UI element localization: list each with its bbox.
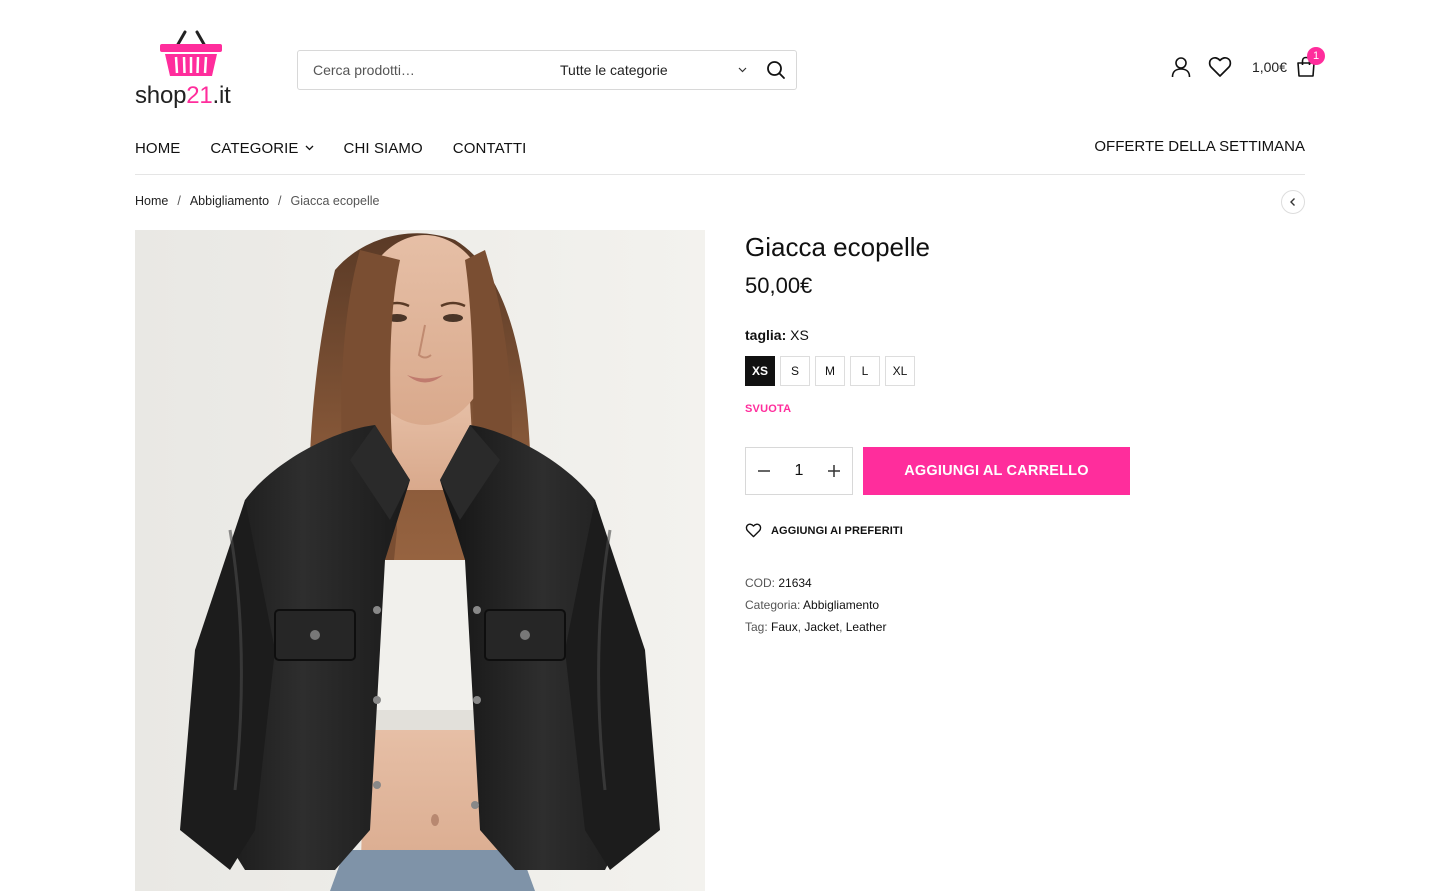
clear-selection-link[interactable]: SVUOTA xyxy=(745,403,791,415)
site-logo[interactable]: shop21.it xyxy=(135,30,250,112)
size-swatch-xl[interactable]: XL xyxy=(885,356,915,386)
wishlist-label: AGGIUNGI AI PREFERITI xyxy=(771,524,903,537)
breadcrumb-separator: / xyxy=(177,194,181,208)
breadcrumb-abbigliamento[interactable]: Abbigliamento xyxy=(190,194,269,208)
minus-icon xyxy=(758,470,770,472)
nav-divider xyxy=(135,174,1305,175)
category-row: Categoria: Abbigliamento xyxy=(745,594,886,616)
chevron-down-icon xyxy=(305,143,314,154)
size-swatch-xs[interactable]: XS xyxy=(745,356,775,386)
search-icon[interactable] xyxy=(766,60,786,80)
add-to-cart-button[interactable]: AGGIUNGI AL CARRELLO xyxy=(863,447,1130,495)
nav-item-label: CHI SIAMO xyxy=(343,139,423,157)
basket-logo-icon xyxy=(160,30,222,76)
sku-value: 21634 xyxy=(778,576,812,590)
breadcrumb-current: Giacca ecopelle xyxy=(290,194,380,208)
tag-link[interactable]: Leather xyxy=(846,620,887,634)
product-title: Giacca ecopelle xyxy=(745,232,930,262)
sku-label: COD: xyxy=(745,576,775,590)
breadcrumb-separator: / xyxy=(278,194,282,208)
product-photo-illustration xyxy=(135,230,705,891)
nav-item-label: CONTATTI xyxy=(452,139,527,157)
search-bar: Tutte le categorie xyxy=(297,50,797,90)
sku-row: COD: 21634 xyxy=(745,572,886,594)
nav-item-contatti[interactable]: CONTATTI xyxy=(453,140,527,157)
wishlist-heart-icon[interactable] xyxy=(1208,56,1232,78)
size-attribute-value: XS xyxy=(790,327,809,343)
category-label: Categoria: xyxy=(745,598,801,612)
heart-icon xyxy=(745,523,762,538)
account-icon[interactable] xyxy=(1170,56,1192,78)
quantity-increase-button[interactable] xyxy=(816,448,852,494)
cart-button[interactable]: 1 xyxy=(1295,47,1325,78)
search-category-select[interactable]: Tutte le categorie xyxy=(558,51,758,89)
chevron-down-icon xyxy=(738,65,747,76)
chevron-left-icon xyxy=(1290,198,1295,206)
add-to-wishlist-button[interactable]: AGGIUNGI AI PREFERITI xyxy=(745,523,903,538)
search-input[interactable] xyxy=(298,51,538,89)
product-image[interactable] xyxy=(135,230,705,891)
logo-text: shop21.it xyxy=(135,82,231,109)
header-actions: 1,00€ 1 xyxy=(1170,47,1325,78)
tags-label: Tag: xyxy=(745,620,768,634)
size-swatch-m[interactable]: M xyxy=(815,356,845,386)
category-link[interactable]: Abbigliamento xyxy=(803,598,879,612)
previous-product-button[interactable] xyxy=(1281,190,1305,214)
cart-total[interactable]: 1,00€ xyxy=(1252,59,1287,75)
search-category-label: Tutte le categorie xyxy=(560,62,668,78)
size-swatch-s[interactable]: S xyxy=(780,356,810,386)
quantity-decrease-button[interactable] xyxy=(746,448,782,494)
product-meta: COD: 21634 Categoria: Abbigliamento Tag:… xyxy=(745,572,886,638)
size-swatches: XS S M L XL xyxy=(745,356,920,386)
nav-item-offerte[interactable]: OFFERTE DELLA SETTIMANA xyxy=(1094,138,1305,155)
size-attribute-name: taglia: xyxy=(745,327,787,343)
tags-row: Tag: Faux, Jacket, Leather xyxy=(745,620,887,634)
product-price: 50,00€ xyxy=(745,273,813,298)
size-attribute-label: taglia: XS xyxy=(745,327,809,343)
cart-count-badge: 1 xyxy=(1307,47,1325,65)
nav-item-label: CATEGORIE xyxy=(210,139,299,157)
tag-link[interactable]: Faux xyxy=(771,620,798,634)
breadcrumb: Home / Abbigliamento / Giacca ecopelle xyxy=(135,194,379,208)
quantity-stepper xyxy=(745,447,853,495)
main-navigation: HOME CATEGORIE CHI SIAMO CONTATTI OFFERT… xyxy=(135,138,1305,158)
nav-item-chi-siamo[interactable]: CHI SIAMO xyxy=(344,140,423,157)
quantity-input[interactable] xyxy=(782,462,816,480)
nav-item-label: HOME xyxy=(135,139,181,157)
tag-link[interactable]: Jacket xyxy=(804,620,839,634)
nav-item-home[interactable]: HOME xyxy=(135,140,180,157)
plus-icon xyxy=(828,465,840,477)
size-swatch-l[interactable]: L xyxy=(850,356,880,386)
breadcrumb-home[interactable]: Home xyxy=(135,194,168,208)
nav-item-categorie[interactable]: CATEGORIE xyxy=(210,139,314,157)
